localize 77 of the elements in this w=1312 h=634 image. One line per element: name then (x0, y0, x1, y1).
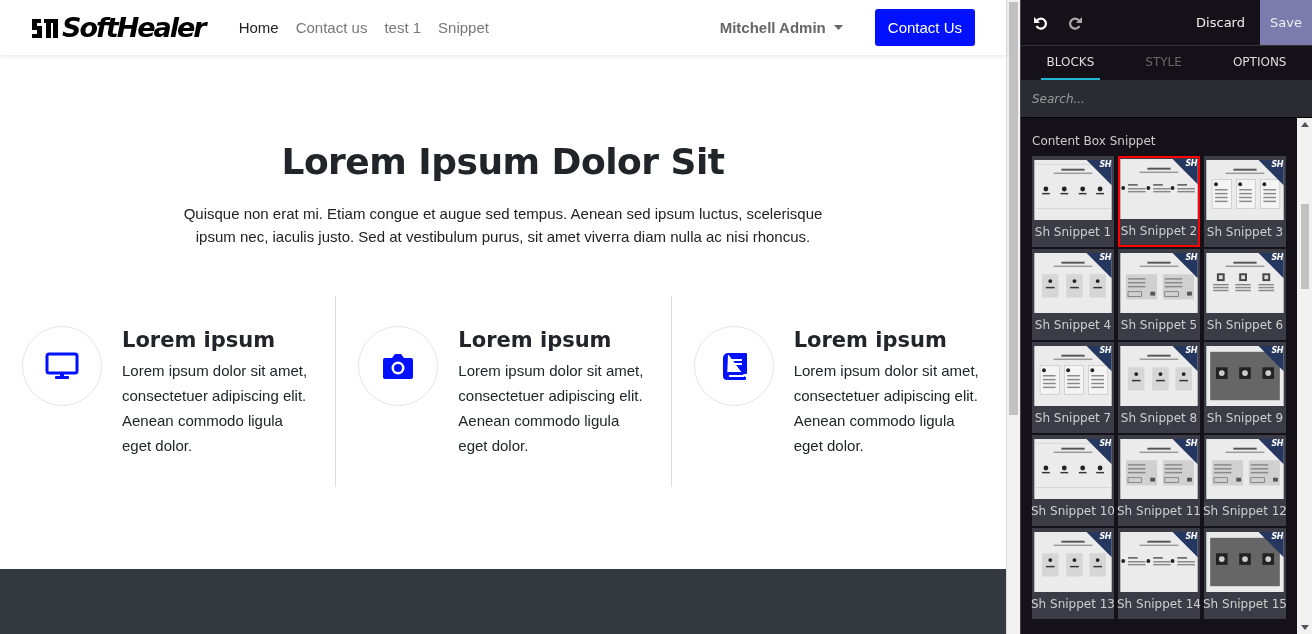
undo-button[interactable] (1033, 15, 1047, 30)
logo-text[interactable]: SoftHealer (62, 12, 205, 43)
snippet-label: Sh Snippet 8 (1120, 410, 1198, 427)
badge-label: SH (1185, 346, 1197, 355)
panel-scrollbar[interactable] (1297, 118, 1312, 634)
snippet-label: Sh Snippet 11 (1117, 503, 1201, 520)
undo-icon (1033, 15, 1047, 30)
feature-text: Lorem ipsum dolor sit amet, consectetuer adipiscing elit. Aenean commodo ligula eget dolor. (122, 361, 308, 456)
search-field[interactable]: Search... (1021, 80, 1312, 118)
snippet-tile[interactable]: SH Sh Snippet 15 (1204, 528, 1286, 619)
scrollbar-thumb[interactable] (1300, 203, 1309, 289)
badge-label: SH (1185, 253, 1197, 262)
snippet-label: Sh Snippet 14 (1117, 596, 1201, 613)
redo-icon (1069, 15, 1083, 30)
badge-label: SH (1185, 159, 1197, 168)
snippet-tile[interactable]: SH Sh Snippet 14 (1118, 528, 1200, 619)
hero-title: Lorem Ipsum Dolor Sit (281, 141, 725, 182)
contact-us-button[interactable]: Contact Us (874, 9, 975, 46)
badge-label: SH (1099, 439, 1111, 448)
page-scrollbar[interactable] (1006, 0, 1020, 634)
caret-icon (833, 25, 843, 30)
section-heading: Content Box Snippet (1032, 134, 1157, 148)
nav-link[interactable]: Home (238, 19, 279, 36)
snippet-tile[interactable]: SH Sh Snippet 2 (1118, 156, 1200, 247)
snippet-tile[interactable]: SH Sh Snippet 13 (1032, 528, 1114, 619)
badge-label: SH (1099, 532, 1111, 541)
badge-label: SH (1099, 346, 1111, 355)
feature-title: Lorem ipsum (122, 328, 277, 352)
snippet-label: Sh Snippet 2 (1120, 223, 1198, 240)
badge-label: SH (1271, 253, 1283, 262)
snippet-label: Sh Snippet 13 (1031, 596, 1115, 613)
badge-label: SH (1271, 532, 1283, 541)
snippet-tile[interactable]: SH Sh Snippet 1 (1032, 156, 1114, 247)
hero-text: Quisque non erat mi. Etiam congue et augue sed tempus. Aenean sed ipsum luctus, scelerisque ipsum nec, iaculis justo. Sed at vestibulum purus, sit amet viverra diam nulla ac nisi rhoncus. (182, 204, 824, 247)
snippet-label: Sh Snippet 7 (1034, 410, 1112, 427)
scroll-down-icon[interactable] (1300, 625, 1309, 630)
snippet-tile[interactable]: SH Sh Snippet 4 (1032, 249, 1114, 340)
camera-icon (382, 352, 415, 380)
snippet-label: Sh Snippet 6 (1206, 317, 1284, 334)
snippet-label: Sh Snippet 1 (1034, 224, 1112, 241)
snippet-tile[interactable]: SH Sh Snippet 9 (1204, 342, 1286, 433)
feature-title: Lorem ipsum (793, 328, 948, 352)
snippet-tile[interactable]: SH Sh Snippet 6 (1204, 249, 1286, 340)
badge-label: SH (1271, 346, 1283, 355)
nav-link[interactable]: Contact us (295, 19, 368, 36)
snippet-label: Sh Snippet 9 (1206, 410, 1284, 427)
snippet-tile[interactable]: SH Sh Snippet 3 (1204, 156, 1286, 247)
snippet-label: Sh Snippet 3 (1206, 224, 1284, 241)
badge-label: SH (1099, 160, 1111, 169)
monitor-icon (45, 352, 79, 380)
snippet-tile[interactable]: SH Sh Snippet 12 (1204, 435, 1286, 526)
feature-text: Lorem ipsum dolor sit amet, consectetuer adipiscing elit. Aenean commodo ligula eget dolor. (458, 361, 645, 456)
nav-link[interactable]: Snippet (438, 19, 489, 36)
snippet-tile[interactable]: SH Sh Snippet 10 (1032, 435, 1114, 526)
snippet-label: Sh Snippet 10 (1031, 503, 1115, 520)
nav-link[interactable]: test 1 (384, 19, 422, 36)
badge-label: SH (1099, 253, 1111, 262)
snippet-label: Sh Snippet 12 (1203, 503, 1287, 520)
snippet-tile[interactable]: SH Sh Snippet 8 (1118, 342, 1200, 433)
user-menu[interactable]: Mitchell Admin (719, 19, 843, 36)
scroll-up-icon[interactable] (1300, 122, 1309, 127)
panel-tab[interactable]: OPTIONS (1226, 46, 1293, 80)
snippet-tile[interactable]: SH Sh Snippet 7 (1032, 342, 1114, 433)
snippet-label: Sh Snippet 5 (1120, 317, 1198, 334)
feature-title: Lorem ipsum (458, 328, 613, 352)
badge-label: SH (1185, 439, 1197, 448)
snippet-label: Sh Snippet 4 (1034, 317, 1112, 334)
snippet-label: Sh Snippet 15 (1203, 596, 1287, 613)
badge-label: SH (1271, 160, 1283, 169)
redo-button[interactable] (1069, 15, 1083, 30)
discard-button[interactable]: Discard (1181, 0, 1260, 45)
badge-label: SH (1271, 439, 1283, 448)
feature-text: Lorem ipsum dolor sit amet, consectetuer adipiscing elit. Aenean commodo ligula eget dolor. (793, 361, 980, 456)
badge-label: SH (1185, 532, 1197, 541)
scrollbar-thumb[interactable] (1009, 2, 1018, 415)
snippet-tile[interactable]: SH Sh Snippet 5 (1118, 249, 1200, 340)
snippet-tile[interactable]: SH Sh Snippet 11 (1118, 435, 1200, 526)
